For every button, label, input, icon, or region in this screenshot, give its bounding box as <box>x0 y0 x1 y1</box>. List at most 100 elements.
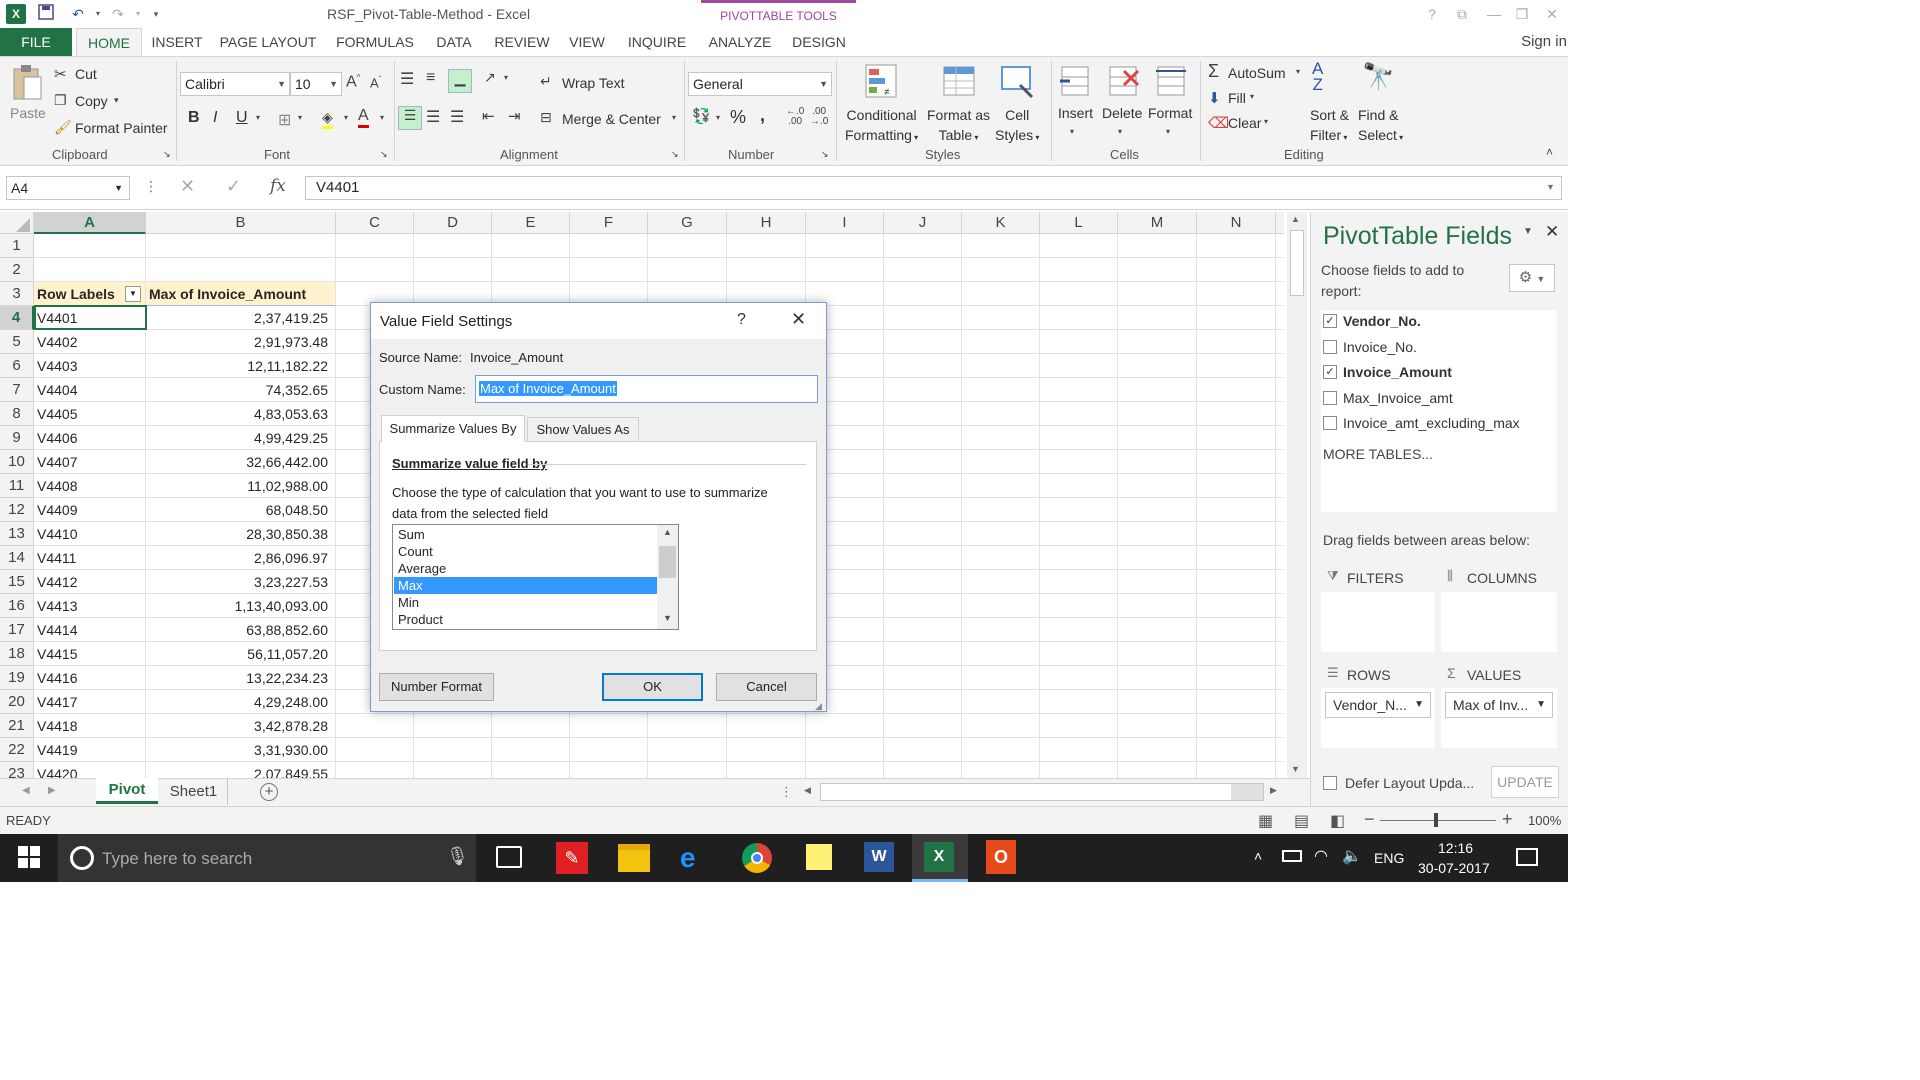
shrink-font-icon[interactable]: Aˇ <box>370 75 381 90</box>
zoom-level[interactable]: 100% <box>1528 813 1561 828</box>
row-labels-filter-icon[interactable]: ▼ <box>125 286 141 302</box>
sheet-scroll-right-icon[interactable]: ▶ <box>48 785 56 796</box>
tab-formulas[interactable]: FORMULAS <box>330 28 420 56</box>
row-header-12[interactable]: 12 <box>0 498 34 522</box>
pivot-row-value[interactable]: 2,37,419.25 <box>146 306 336 330</box>
hscroll-left-icon[interactable]: ◀ <box>804 785 811 796</box>
font-launcher-icon[interactable]: ↘ <box>380 149 388 160</box>
summarize-option-product[interactable]: Product <box>394 611 657 628</box>
listbox-scroll-up-icon[interactable]: ▲ <box>663 527 672 537</box>
pivot-row-value[interactable]: 3,31,930.00 <box>146 738 336 762</box>
bold-button[interactable]: B <box>188 109 200 127</box>
accounting-dropdown-icon[interactable]: ▾ <box>716 113 720 122</box>
pivot-row-label[interactable]: V4418 <box>34 714 146 738</box>
pivot-row-labels-header[interactable]: Row Labels ▼ <box>34 282 146 306</box>
fill-color-dropdown-icon[interactable]: ▾ <box>344 113 348 122</box>
vertical-scrollbar[interactable]: ▲ ▼ <box>1287 212 1307 778</box>
summarize-option-min[interactable]: Min <box>394 594 657 611</box>
field-item[interactable]: Invoice_No. <box>1321 336 1557 358</box>
summarize-option-count[interactable]: Count <box>394 543 657 560</box>
pivot-row-value[interactable]: 2,07,849.55 <box>146 762 336 778</box>
field-checkbox[interactable] <box>1323 416 1337 430</box>
formula-input[interactable]: V4401 <box>305 176 1562 200</box>
battery-icon[interactable] <box>1282 850 1302 862</box>
sort-filter-button[interactable]: Sort & Filter ▾ <box>1310 105 1349 148</box>
row-header-19[interactable]: 19 <box>0 666 34 690</box>
row-header-17[interactable]: 17 <box>0 618 34 642</box>
column-header-g[interactable]: G <box>648 212 727 234</box>
cell-styles-button[interactable]: Cell Styles ▾ <box>995 105 1039 148</box>
pivot-row-value[interactable]: 4,99,429.25 <box>146 426 336 450</box>
pivot-row-value[interactable]: 4,83,053.63 <box>146 402 336 426</box>
dialog-close-icon[interactable]: ✕ <box>791 309 806 330</box>
scroll-up-icon[interactable]: ▲ <box>1291 214 1300 224</box>
column-header-k[interactable]: K <box>962 212 1040 234</box>
column-header-e[interactable]: E <box>492 212 570 234</box>
percent-style-button[interactable]: % <box>730 107 746 128</box>
tab-home[interactable]: HOME <box>76 28 142 57</box>
tab-view[interactable]: VIEW <box>564 28 610 56</box>
borders-icon[interactable]: ⊞ <box>278 110 291 130</box>
format-cells-button[interactable]: Format <box>1148 105 1192 121</box>
bottom-align-icon[interactable]: ▁ <box>448 69 472 93</box>
tab-summarize-values[interactable]: Summarize Values By <box>381 415 525 442</box>
orientation-icon[interactable]: ↗ <box>484 69 496 86</box>
number-format-button[interactable]: Number Format <box>379 673 494 701</box>
pivot-row-label[interactable]: V4414 <box>34 618 146 642</box>
values-field-chip[interactable]: Max of Inv... ▼ <box>1445 692 1553 718</box>
empty-cell[interactable] <box>146 258 336 282</box>
redo-icon[interactable]: ↷ <box>108 4 128 24</box>
row-header-14[interactable]: 14 <box>0 546 34 570</box>
cancel-entry-icon[interactable]: ✕ <box>180 176 195 197</box>
pivot-row-value[interactable]: 3,23,227.53 <box>146 570 336 594</box>
tab-show-values-as[interactable]: Show Values As <box>527 417 639 442</box>
pivot-row-value[interactable]: 28,30,850.38 <box>146 522 336 546</box>
font-name-combo[interactable]: Calibri ▼ <box>180 72 290 96</box>
field-item[interactable]: Invoice_amt_excluding_max <box>1321 412 1557 434</box>
taskbar-app-acrobat-icon[interactable]: ✎ <box>556 842 588 874</box>
name-box[interactable]: A4 ▼ <box>6 176 130 200</box>
increase-decimal-icon[interactable]: ←.0.00 <box>786 107 804 127</box>
top-align-icon[interactable]: ☰ <box>400 69 414 89</box>
insert-cells-button[interactable]: Insert <box>1058 105 1093 121</box>
pivot-row-label[interactable]: V4404 <box>34 378 146 402</box>
summarize-option-max[interactable]: Max <box>394 577 657 594</box>
insert-dropdown-icon[interactable]: ▾ <box>1070 127 1074 136</box>
close-window-icon[interactable]: ✕ <box>1542 4 1562 24</box>
pivot-row-value[interactable]: 32,66,442.00 <box>146 450 336 474</box>
italic-button[interactable]: I <box>213 109 217 127</box>
column-header-m[interactable]: M <box>1118 212 1197 234</box>
pivot-row-value[interactable]: 2,86,096.97 <box>146 546 336 570</box>
empty-cell[interactable] <box>146 234 336 258</box>
taskbar-word-icon[interactable]: W <box>864 842 894 872</box>
decrease-indent-icon[interactable]: ⇤ <box>482 107 495 125</box>
row-header-3[interactable]: 3 <box>0 282 34 306</box>
confirm-entry-icon[interactable]: ✓ <box>226 176 241 197</box>
field-item[interactable]: ✓ Invoice_Amount <box>1321 361 1557 383</box>
autosum-button[interactable]: AutoSum <box>1228 65 1286 81</box>
taskbar-office-icon[interactable]: O <box>986 840 1016 874</box>
rows-field-chip[interactable]: Vendor_N... ▼ <box>1325 692 1431 718</box>
taskbar-file-explorer-icon[interactable] <box>618 844 650 872</box>
merge-dropdown-icon[interactable]: ▾ <box>672 113 676 122</box>
collapse-ribbon-icon[interactable]: ˄ <box>1546 145 1553 159</box>
copy-button[interactable]: Copy <box>75 93 108 109</box>
pivot-row-label[interactable]: V4410 <box>34 522 146 546</box>
orientation-dropdown-icon[interactable]: ▾ <box>504 73 508 82</box>
row-header-2[interactable]: 2 <box>0 258 34 282</box>
filters-drop-zone[interactable] <box>1321 592 1435 652</box>
listbox-scroll-thumb[interactable] <box>659 546 676 578</box>
cut-button[interactable]: Cut <box>75 66 97 82</box>
row-header-11[interactable]: 11 <box>0 474 34 498</box>
summarize-option-average[interactable]: Average <box>394 560 657 577</box>
alignment-launcher-icon[interactable]: ↘ <box>671 149 679 160</box>
dialog-resize-grip-icon[interactable]: ◢ <box>815 701 822 712</box>
taskbar-excel-icon[interactable]: X <box>912 834 968 882</box>
clear-button[interactable]: Clear <box>1228 115 1261 131</box>
row-header-15[interactable]: 15 <box>0 570 34 594</box>
pivot-row-label[interactable]: V4417 <box>34 690 146 714</box>
column-header-i[interactable]: I <box>806 212 884 234</box>
find-select-button[interactable]: Find & Select ▾ <box>1358 105 1403 148</box>
save-icon[interactable] <box>36 4 56 24</box>
font-color-dropdown-icon[interactable]: ▾ <box>380 113 384 122</box>
